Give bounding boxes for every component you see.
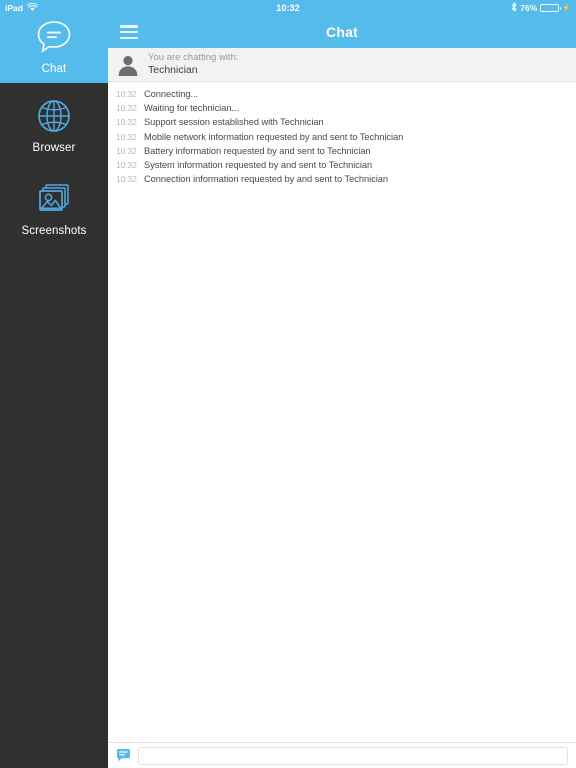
message-row: 10:32 System information requested by and… [108,158,576,172]
chat-partner-text: You are chatting with: Technician [148,51,239,77]
sidebar-item-label: Screenshots [21,225,87,237]
message-text: System information requested by and sent… [144,160,373,171]
status-bar: iPad 10:32 76% ⚡ [0,0,576,16]
sidebar-item-label: Browser [32,142,76,154]
message-timestamp: 10:32 [116,117,137,128]
message-text: Support session established with Technic… [144,117,324,128]
message-text: Connecting... [144,89,199,100]
plug-icon: ⚡ [562,4,571,12]
message-text: Connection information requested by and … [144,174,388,185]
app-root: Chat Browser Screenshots Chat You are ch… [0,0,576,768]
message-composer [108,742,576,768]
chat-partner-subtitle: You are chatting with: [148,51,239,63]
chat-bubble-small-icon[interactable] [112,745,134,767]
chat-partner-header: You are chatting with: Technician [108,48,576,82]
hamburger-menu-icon[interactable] [120,25,138,39]
message-text: Waiting for technician... [144,103,240,114]
battery-percent-label: 76% [520,3,538,13]
message-row: 10:32 Mobile network information requeste… [108,130,576,144]
chat-bubble-icon [33,16,75,58]
person-avatar-icon [116,53,140,77]
battery-icon [540,4,562,12]
chat-partner-name: Technician [148,64,198,77]
status-bar-clock: 10:32 [276,3,300,13]
photos-stack-icon [33,178,75,220]
navigation-bar: Chat [108,16,576,48]
message-timestamp: 10:32 [116,160,137,171]
main-layout: Chat Browser Screenshots Chat You are ch… [0,0,576,768]
message-timestamp: 10:32 [116,145,137,156]
sidebar: Chat Browser Screenshots [0,0,108,768]
message-timestamp: 10:32 [116,89,137,100]
message-timestamp: 10:32 [116,103,137,114]
message-log[interactable]: 10:32 Connecting... 10:32 Waiting for techn… [108,82,576,742]
message-timestamp: 10:32 [116,131,137,142]
message-row: 10:32 Connection information requested by… [108,172,576,186]
message-input[interactable] [138,746,568,765]
bluetooth-icon [511,2,517,14]
message-text: Mobile network information requested by … [144,131,404,142]
message-row: 10:32 Support session established with Te… [108,115,576,129]
content-area: Chat You are chatting with: Technician 1… [108,0,576,768]
message-row: 10:32 Connecting... [108,87,576,101]
message-text: Battery information requested by and sen… [144,145,371,156]
globe-icon [33,95,75,137]
sidebar-item-label: Chat [41,63,67,75]
page-title: Chat [326,24,358,40]
message-row: 10:32 Waiting for technician... [108,101,576,115]
sidebar-item-browser[interactable]: Browser [0,83,108,166]
message-row: 10:32 Battery information requested by an… [108,144,576,158]
status-bar-right: 76% ⚡ [511,2,571,14]
sidebar-item-screenshots[interactable]: Screenshots [0,166,108,249]
message-timestamp: 10:32 [116,174,137,185]
